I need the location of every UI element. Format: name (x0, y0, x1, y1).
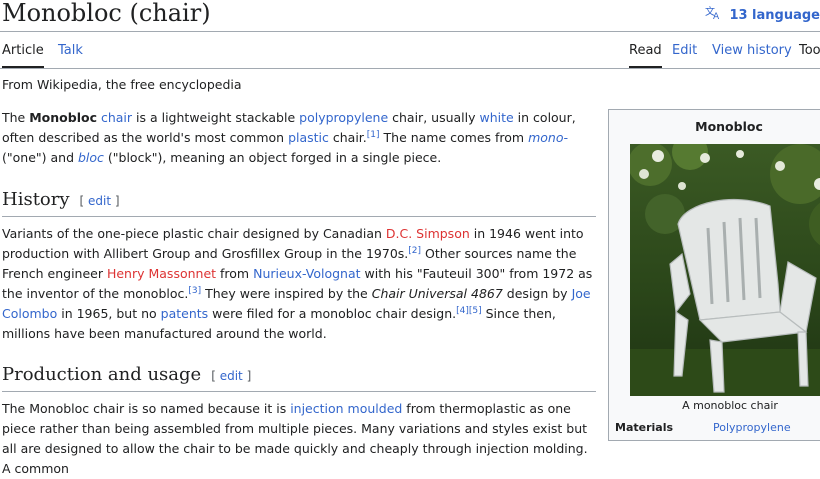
link-henry-massonnet[interactable]: Henry Massonnet (107, 266, 216, 281)
tab-article[interactable]: Article (2, 43, 44, 68)
materials-label: Materials (615, 421, 674, 434)
link-mono[interactable]: mono- (528, 130, 568, 145)
tab-view-history[interactable]: View history (712, 43, 792, 58)
tab-edit[interactable]: Edit (672, 43, 697, 58)
ref-4-5[interactable]: [4][5] (456, 306, 482, 316)
tab-tools[interactable]: Too (799, 43, 820, 58)
link-patents[interactable]: patents (161, 306, 209, 321)
section-heading-production: Production and usage[ edit ] (2, 364, 596, 392)
page-tabs: Article Talk Read Edit View history Too (0, 31, 820, 69)
link-injection-moulded[interactable]: injection moulded (290, 401, 402, 416)
tab-talk[interactable]: Talk (58, 43, 83, 58)
link-nurieux-volognat[interactable]: Nurieux-Volognat (253, 266, 360, 281)
link-bloc[interactable]: bloc (78, 150, 104, 165)
translate-icon: 文 A (705, 5, 721, 23)
ref-3[interactable]: [3] (188, 286, 201, 296)
link-polypropylene[interactable]: polypropylene (299, 110, 388, 125)
production-paragraph: The Monobloc chair is so named because i… (2, 401, 588, 476)
link-white[interactable]: white (479, 110, 513, 125)
ref-2[interactable]: [2] (408, 246, 421, 256)
subject-bold: Monobloc (29, 110, 97, 125)
infobox-caption: A monobloc chair (682, 399, 778, 412)
chair-universal-title: Chair Universal 4867 (371, 286, 503, 301)
link-materials-polypropylene[interactable]: Polypropylene (713, 421, 791, 434)
edit-production-link[interactable]: edit (220, 369, 243, 383)
link-chair[interactable]: chair (101, 110, 132, 125)
languages-label: 13 language (729, 8, 820, 23)
edit-history-link[interactable]: edit (88, 194, 111, 208)
tagline: From Wikipedia, the free encyclopedia (2, 77, 242, 92)
history-paragraph: Variants of the one-piece plastic chair … (2, 226, 593, 341)
link-dc-simpson[interactable]: D.C. Simpson (386, 226, 470, 241)
infobox: Monobloc A monobloc chair Materials Poly… (608, 109, 820, 441)
page-title: Monobloc (chair) (2, 0, 211, 27)
link-plastic[interactable]: plastic (288, 130, 329, 145)
svg-text:A: A (713, 12, 720, 19)
header: Monobloc (chair) 文 A 13 language (2, 0, 820, 30)
section-heading-history: History[ edit ] (2, 189, 596, 217)
infobox-title: Monobloc (695, 119, 763, 134)
languages-button[interactable]: 文 A 13 language (705, 5, 820, 23)
intro-paragraph: The Monobloc chair is a lightweight stac… (2, 110, 576, 165)
monobloc-chair-image[interactable] (630, 144, 820, 396)
tab-read[interactable]: Read (629, 43, 662, 68)
ref-1[interactable]: [1] (367, 130, 380, 140)
